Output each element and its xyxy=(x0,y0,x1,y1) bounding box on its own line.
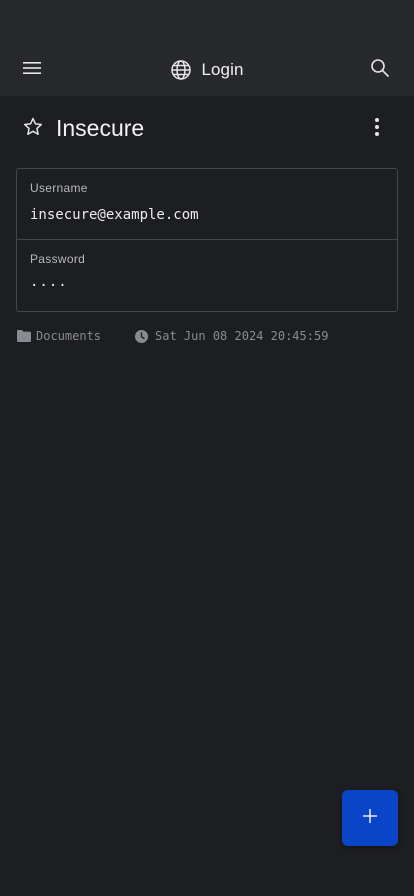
page-title: Login xyxy=(201,60,244,79)
menu-button[interactable] xyxy=(16,54,48,86)
username-value[interactable]: insecure@example.com xyxy=(30,207,199,223)
globe-icon xyxy=(170,59,192,81)
app-bar-title: Login xyxy=(0,44,414,96)
folder-name: Documents xyxy=(36,329,102,343)
item-header: Insecure xyxy=(0,96,414,160)
folder-icon xyxy=(17,330,31,342)
password-label: Password xyxy=(30,252,86,266)
add-button[interactable] xyxy=(342,790,398,846)
more-options-button[interactable] xyxy=(366,116,388,142)
more-vert-icon xyxy=(374,117,380,142)
modified-timestamp: Sat Jun 08 2024 20:45:59 xyxy=(155,329,329,343)
password-field[interactable]: Password ···· xyxy=(17,240,397,311)
clock-icon xyxy=(135,329,149,343)
search-icon xyxy=(370,58,390,83)
status-bar xyxy=(0,0,414,44)
plus-icon xyxy=(362,808,378,829)
password-value[interactable]: ···· xyxy=(30,278,68,294)
search-button[interactable] xyxy=(366,56,394,84)
app-bar: Login xyxy=(0,44,414,96)
username-field[interactable]: Username insecure@example.com xyxy=(17,169,397,240)
username-label: Username xyxy=(30,181,88,195)
menu-icon xyxy=(22,60,42,81)
item-title: Insecure xyxy=(56,115,145,141)
item-meta: Documents Sat Jun 08 2024 20:45:59 xyxy=(17,327,328,345)
favorite-button[interactable] xyxy=(20,116,46,142)
star-outline-icon xyxy=(22,116,44,143)
credentials-card: Username insecure@example.com Password ·… xyxy=(16,168,398,312)
